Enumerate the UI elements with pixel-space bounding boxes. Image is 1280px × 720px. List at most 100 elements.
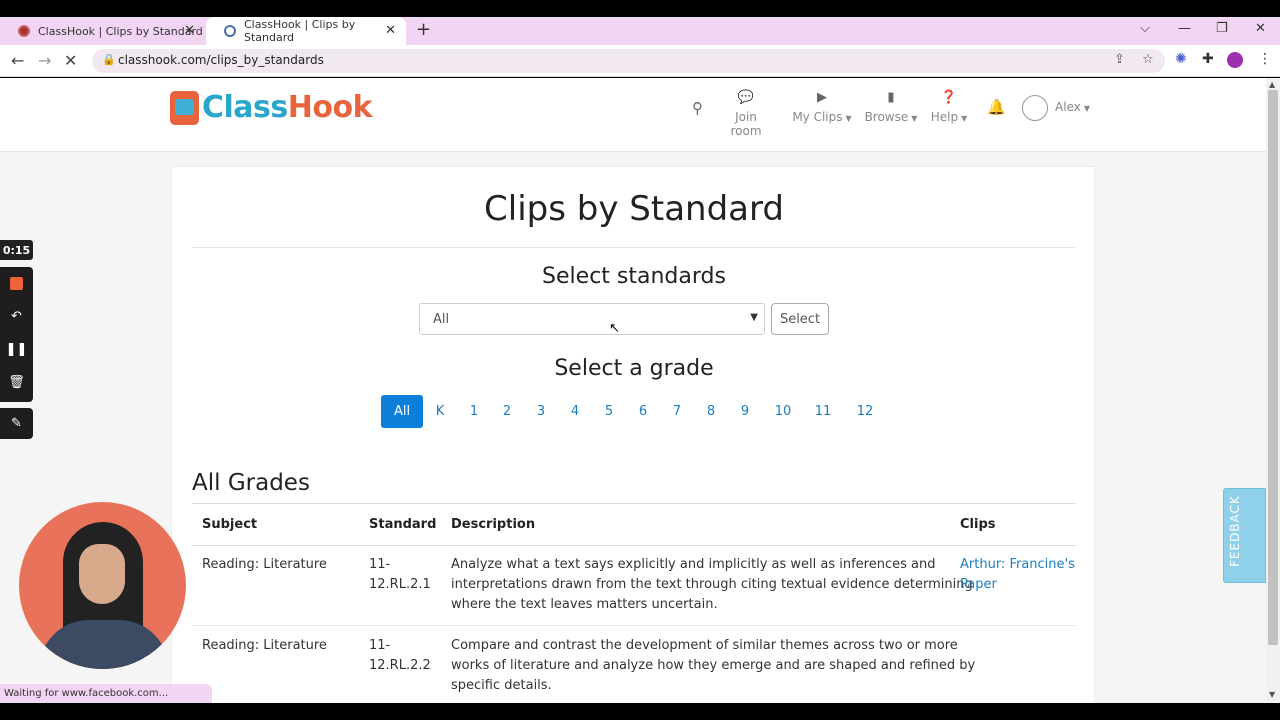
extension-gear-icon[interactable]: ✺ xyxy=(1175,51,1187,67)
notifications-bell-icon[interactable]: 🔔 xyxy=(987,98,1006,116)
recorder-toolbar: ↶ ❚❚ 🗑 xyxy=(0,267,33,402)
logo-text-class: Class xyxy=(202,90,288,125)
webcam-person-shirt xyxy=(39,620,169,669)
pause-icon[interactable]: ❚❚ xyxy=(0,342,33,357)
nav-join-room[interactable]: 💬 Join room xyxy=(720,90,772,138)
address-bar[interactable]: 🔒 classhook.com/clips_by_standards ⇪ ☆ xyxy=(92,49,1165,73)
user-name: Alex xyxy=(1055,100,1081,114)
extensions-puzzle-icon[interactable]: ✚ xyxy=(1202,51,1214,67)
column-header-description: Description xyxy=(451,517,536,532)
select-standards-heading: Select standards xyxy=(542,264,726,289)
window-close-icon[interactable]: ✕ xyxy=(1255,21,1266,36)
feedback-tab[interactable]: FEEDBACK xyxy=(1223,488,1266,583)
grade-9[interactable]: 9 xyxy=(737,395,753,428)
book-icon: ▮ xyxy=(887,90,895,105)
share-icon[interactable]: ⇪ xyxy=(1114,52,1125,67)
scrollbar-thumb[interactable] xyxy=(1268,90,1278,645)
stop-recording-icon[interactable] xyxy=(10,277,23,290)
cell-description-line1: Analyze what a text says explicitly and … xyxy=(451,557,936,572)
screen-top-border xyxy=(0,0,1280,17)
scroll-up-icon[interactable]: ▲ xyxy=(1269,80,1275,89)
caret-down-icon: ▼ xyxy=(961,114,968,123)
user-menu[interactable]: Alex ▼ xyxy=(1055,100,1090,114)
back-icon[interactable]: ← xyxy=(11,51,24,70)
section-heading: All Grades xyxy=(192,470,310,496)
caret-down-icon: ▼ xyxy=(911,114,918,123)
divider xyxy=(192,247,1076,248)
lock-icon: 🔒 xyxy=(102,53,116,66)
feedback-label: FEEDBACK xyxy=(1228,495,1242,567)
cell-standard-line2: 12.RL.2.2 xyxy=(369,658,431,673)
column-header-subject: Subject xyxy=(202,517,258,532)
browser-menu-icon[interactable]: ⋮ xyxy=(1258,51,1272,67)
stop-loading-icon[interactable]: ✕ xyxy=(64,51,77,70)
select-button[interactable]: Select xyxy=(771,303,829,335)
cell-description-line1: Compare and contrast the development of … xyxy=(451,638,958,653)
grade-5[interactable]: 5 xyxy=(601,395,617,428)
browser-toolbar: ← → ✕ 🔒 classhook.com/clips_by_standards… xyxy=(0,45,1280,77)
video-icon: ▶ xyxy=(817,90,827,105)
webcam-bubble xyxy=(19,502,186,669)
tab-search-chevron-icon[interactable]: ⌵ xyxy=(1140,21,1150,36)
grade-3[interactable]: 3 xyxy=(533,395,549,428)
tab-close-icon[interactable]: ✕ xyxy=(385,23,396,38)
cell-standard-line1: 11- xyxy=(369,638,391,653)
grade-12[interactable]: 12 xyxy=(853,395,877,428)
grade-10[interactable]: 10 xyxy=(771,395,795,428)
status-bar: Waiting for www.facebook.com... xyxy=(0,684,212,703)
user-avatar[interactable] xyxy=(1022,95,1048,121)
recording-timer: 0:15 xyxy=(0,240,33,260)
grade-1[interactable]: 1 xyxy=(466,395,482,428)
url-text: classhook.com/clips_by_standards xyxy=(118,53,324,67)
search-icon[interactable]: ⚲ xyxy=(692,99,703,117)
grade-8[interactable]: 8 xyxy=(703,395,719,428)
bookmark-star-icon[interactable]: ☆ xyxy=(1142,52,1154,67)
clip-link-line2[interactable]: Paper xyxy=(960,575,997,595)
cell-subject: Reading: Literature xyxy=(202,638,327,653)
site-header: Class Hook ⚲ 💬 Join room ▶ My Clips ▼ ▮ Br… xyxy=(0,78,1266,152)
scroll-down-icon[interactable]: ▼ xyxy=(1269,690,1275,699)
column-header-clips: Clips xyxy=(960,517,996,532)
classhook-logo[interactable]: Class Hook xyxy=(170,90,373,125)
browser-tab-1[interactable]: ClassHook | Clips by Standard ✕ xyxy=(0,17,205,45)
screen-bottom-border xyxy=(0,703,1280,720)
web-page: Class Hook ⚲ 💬 Join room ▶ My Clips ▼ ▮ Br… xyxy=(0,78,1266,703)
minimize-icon[interactable]: — xyxy=(1178,21,1191,36)
restore-icon[interactable]: ❐ xyxy=(1216,21,1228,36)
nav-help[interactable]: ❓ Help ▼ xyxy=(929,90,969,124)
grade-4[interactable]: 4 xyxy=(567,395,583,428)
undo-icon[interactable]: ↶ xyxy=(0,309,33,324)
caret-down-icon: ▼ xyxy=(1083,104,1090,113)
tab-favicon-icon xyxy=(18,25,30,37)
caret-down-icon: ▼ xyxy=(845,114,852,123)
forward-icon[interactable]: → xyxy=(38,51,51,70)
new-tab-icon[interactable]: + xyxy=(416,19,431,40)
nav-label: Browse xyxy=(864,110,909,124)
logo-text-hook: Hook xyxy=(287,90,373,125)
divider xyxy=(192,503,1076,504)
divider xyxy=(192,545,1076,546)
grade-k[interactable]: K xyxy=(431,395,449,428)
cell-standard-line2: 12.RL.2.1 xyxy=(369,577,431,592)
tab-title: ClassHook | Clips by Standard xyxy=(38,24,203,38)
tab-favicon-icon xyxy=(224,25,236,37)
page-scrollbar[interactable]: ▲ ▼ xyxy=(1266,78,1280,703)
nav-my-clips[interactable]: ▶ My Clips ▼ xyxy=(792,90,852,124)
browser-tab-2-active[interactable]: ClassHook | Clips by Standard ✕ xyxy=(206,17,406,45)
trash-icon[interactable]: 🗑 xyxy=(0,375,33,390)
grade-11[interactable]: 11 xyxy=(812,395,834,428)
tab-close-icon[interactable]: ✕ xyxy=(184,23,195,38)
standards-select[interactable]: All ▼ xyxy=(419,303,765,335)
grade-2[interactable]: 2 xyxy=(499,395,515,428)
grade-all[interactable]: All xyxy=(381,395,423,428)
nav-label: Join room xyxy=(730,110,762,138)
grade-6[interactable]: 6 xyxy=(635,395,651,428)
grade-7[interactable]: 7 xyxy=(669,395,685,428)
nav-browse[interactable]: ▮ Browse ▼ xyxy=(864,90,918,124)
pen-icon[interactable]: ✎ xyxy=(0,408,33,439)
browser-profile-icon[interactable] xyxy=(1227,52,1243,68)
clip-link-line1[interactable]: Arthur: Francine's xyxy=(960,555,1075,575)
webcam-person-face xyxy=(79,544,125,604)
chat-bubbles-icon: 💬 xyxy=(737,90,755,105)
browser-tab-bar: ClassHook | Clips by Standard ✕ ClassHoo… xyxy=(0,17,1280,45)
